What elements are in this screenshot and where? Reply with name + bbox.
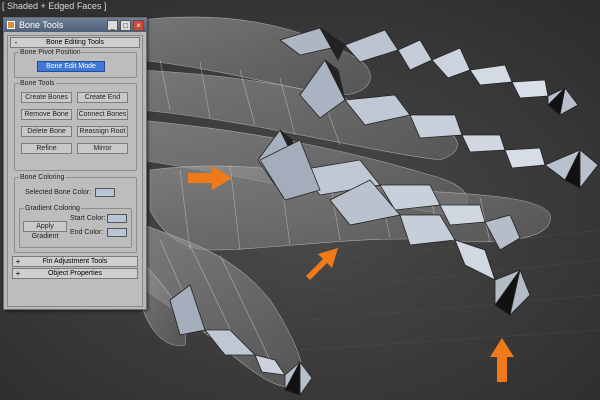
connect-bones-button[interactable]: Connect Bones [77, 109, 128, 120]
group-bone-tools: Bone Tools Create Bones Create End Remov… [14, 80, 137, 171]
bone-edit-mode-button[interactable]: Bone Edit Mode [37, 61, 105, 72]
rollout-title: Bone Editing Tools [46, 39, 104, 46]
minimize-icon[interactable]: _ [107, 19, 118, 31]
create-bones-button[interactable]: Create Bones [21, 92, 72, 103]
maximize-icon[interactable]: □ [120, 19, 131, 31]
bone-tools-window[interactable]: Bone Tools _ □ × - Bone Editing Tools Bo… [3, 17, 147, 310]
selected-bone-color-label: Selected Bone Color: [25, 189, 92, 196]
end-color-label: End Color: [70, 229, 104, 236]
start-color-label: Start Color: [70, 215, 106, 222]
delete-bone-button[interactable]: Delete Bone [21, 126, 72, 137]
window-title: Bone Tools [19, 20, 64, 30]
apply-gradient-button[interactable]: Apply Gradient [23, 221, 67, 240]
viewport-label[interactable]: [ Shaded + Edged Faces ] [2, 1, 106, 11]
rollout-object-properties[interactable]: + Object Properties [12, 268, 138, 279]
reassign-root-button[interactable]: Reassign Root [77, 126, 128, 137]
bone-tools-icon [7, 21, 15, 29]
group-title: Bone Tools [19, 80, 56, 87]
rollout-fin-adjustment-tools[interactable]: + Fin Adjustment Tools [12, 256, 138, 267]
window-titlebar[interactable]: Bone Tools _ □ × [4, 18, 146, 32]
group-bone-coloring: Bone Coloring Selected Bone Color: Gradi… [14, 174, 137, 253]
rollout-title: Fin Adjustment Tools [42, 258, 108, 265]
end-color-swatch[interactable] [107, 228, 127, 237]
close-icon[interactable]: × [133, 19, 144, 31]
group-gradient-coloring: Gradient Coloring Apply Gradient Start C… [19, 205, 132, 248]
group-title: Bone Coloring [19, 174, 66, 181]
group-title: Gradient Coloring [24, 205, 81, 212]
start-color-swatch[interactable] [107, 214, 127, 223]
rollout-container: - Bone Editing Tools Bone Pivot Position… [7, 35, 143, 307]
rollout-title: Object Properties [47, 270, 103, 277]
selected-bone-color-swatch[interactable] [95, 188, 115, 197]
rollout-bone-editing-tools[interactable]: - Bone Editing Tools [10, 37, 140, 48]
remove-bone-button[interactable]: Remove Bone [21, 109, 72, 120]
group-bone-pivot-position: Bone Pivot Position Bone Edit Mode [14, 49, 137, 78]
create-end-button[interactable]: Create End [77, 92, 128, 103]
group-title: Bone Pivot Position [19, 49, 82, 56]
mirror-button[interactable]: Mirror [77, 143, 128, 154]
refine-button[interactable]: Refine [21, 143, 72, 154]
